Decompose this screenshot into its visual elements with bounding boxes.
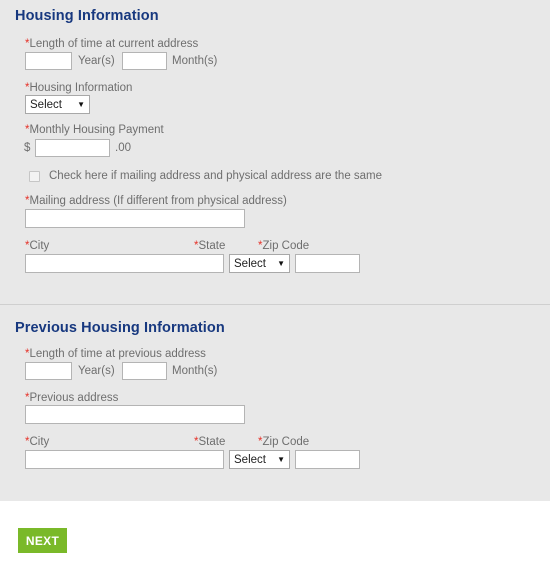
previous-state-select-value: Select [234, 453, 266, 466]
section-heading-previous-housing-information: Previous Housing Information [15, 320, 225, 336]
label-mailing-address: *Mailing address (If different from phys… [25, 195, 287, 207]
previous-years-suffix: Year(s) [78, 365, 115, 377]
current-months-input[interactable] [122, 52, 167, 70]
same-address-checkbox[interactable] [29, 170, 40, 182]
housing-type-select[interactable]: Select ▼ [25, 95, 90, 114]
section-divider [0, 304, 550, 305]
next-button[interactable]: NEXT [18, 528, 67, 553]
current-months-suffix: Month(s) [172, 55, 218, 67]
previous-city-input[interactable] [25, 450, 224, 469]
same-address-checkbox-row[interactable]: Check here if mailing address and physic… [29, 170, 382, 182]
previous-months-input[interactable] [122, 362, 167, 380]
previous-state-select[interactable]: Select ▼ [229, 450, 290, 469]
chevron-down-icon: ▼ [77, 99, 85, 109]
current-years-input[interactable] [25, 52, 72, 70]
same-address-checkbox-label: Check here if mailing address and physic… [49, 170, 383, 182]
housing-form-panel: Housing Information *Length of time at c… [0, 0, 550, 501]
currency-symbol: $ [24, 142, 31, 154]
label-previous-state: *State [194, 436, 226, 448]
label-current-zip-code: *Zip Code [258, 240, 310, 252]
previous-address-input[interactable] [25, 405, 245, 424]
label-previous-address: *Previous address [25, 392, 119, 404]
previous-zip-input[interactable] [295, 450, 360, 469]
current-state-select-value: Select [234, 257, 266, 270]
chevron-down-icon: ▼ [277, 454, 285, 464]
label-length-of-time-current-address: *Length of time at current address [25, 38, 199, 50]
current-years-suffix: Year(s) [78, 55, 115, 67]
label-previous-zip-code: *Zip Code [258, 436, 310, 448]
previous-months-suffix: Month(s) [172, 365, 218, 377]
label-previous-city: *City [25, 436, 50, 448]
monthly-payment-input[interactable] [35, 139, 110, 157]
label-monthly-housing-payment: *Monthly Housing Payment [25, 124, 164, 136]
current-state-select[interactable]: Select ▼ [229, 254, 290, 273]
label-length-of-time-previous-address: *Length of time at previous address [25, 348, 206, 360]
chevron-down-icon: ▼ [277, 258, 285, 268]
mailing-address-input[interactable] [25, 209, 245, 228]
section-heading-housing-information: Housing Information [15, 8, 159, 24]
label-housing-type: *Housing Information [25, 82, 133, 94]
previous-years-input[interactable] [25, 362, 72, 380]
label-current-city: *City [25, 240, 50, 252]
housing-type-select-value: Select [30, 98, 62, 111]
current-city-input[interactable] [25, 254, 224, 273]
current-zip-input[interactable] [295, 254, 360, 273]
page-root: Housing Information *Length of time at c… [0, 0, 550, 566]
cents-suffix: .00 [115, 142, 131, 154]
label-current-state: *State [194, 240, 226, 252]
